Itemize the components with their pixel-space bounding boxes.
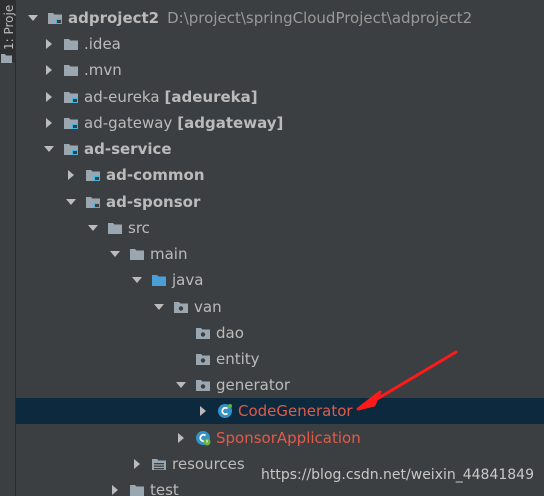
tree-row-generator[interactable]: generator xyxy=(16,372,544,398)
package-icon xyxy=(195,351,211,367)
resources-folder-icon xyxy=(151,456,167,472)
folder-icon xyxy=(63,36,79,52)
tree-row-main[interactable]: main xyxy=(16,241,544,267)
tree-item-label: java xyxy=(172,271,204,289)
folder-icon xyxy=(129,246,145,262)
chevron-down-icon[interactable] xyxy=(154,302,164,312)
chevron-right-icon[interactable] xyxy=(44,65,54,75)
project-path: D:\project\springCloudProject\adproject2 xyxy=(167,9,473,27)
tree-item-label: CodeGenerator xyxy=(238,402,353,420)
chevron-right-icon[interactable] xyxy=(44,39,54,49)
folder-icon xyxy=(1,54,12,63)
tree-item-label: .mvn xyxy=(84,61,122,79)
tree-item-label: test xyxy=(150,481,179,496)
tree-row-entity[interactable]: entity xyxy=(16,346,544,372)
tree-row-ad-service[interactable]: ad-service xyxy=(16,136,544,162)
tree-row-src[interactable]: src xyxy=(16,215,544,241)
tree-item-label: ad-service xyxy=(84,140,172,158)
chevron-down-icon[interactable] xyxy=(176,380,186,390)
tree-item-label: src xyxy=(128,219,150,237)
chevron-right-icon[interactable] xyxy=(198,406,208,416)
tree-row-adproject2[interactable]: adproject2 D:\project\springCloudProject… xyxy=(16,5,544,31)
module-name-suffix: [adgateway] xyxy=(177,114,284,132)
folder-icon xyxy=(63,62,79,78)
module-folder-icon xyxy=(63,89,79,105)
tree-row-dao[interactable]: dao xyxy=(16,320,544,346)
chevron-right-icon[interactable] xyxy=(132,459,142,469)
tool-window-sidebar: 1: Proje xyxy=(0,0,16,496)
tree-item-label: entity xyxy=(216,350,260,368)
project-tree: adproject2 D:\project\springCloudProject… xyxy=(16,0,544,496)
spring-boot-class-icon xyxy=(195,430,211,446)
tree-item-label: .idea xyxy=(84,35,121,53)
tree-item-label: generator xyxy=(216,376,291,394)
tree-row-codegenerator[interactable]: CodeGenerator xyxy=(16,398,544,424)
package-icon xyxy=(195,377,211,393)
chevron-down-icon[interactable] xyxy=(66,197,76,207)
tree-item-label: main xyxy=(150,245,188,263)
tree-row-java[interactable]: java xyxy=(16,267,544,293)
tree-item-label: van xyxy=(194,298,222,316)
module-name-suffix: [adeureka] xyxy=(164,88,258,106)
tree-row-idea[interactable]: .idea xyxy=(16,31,544,57)
chevron-down-icon[interactable] xyxy=(28,13,38,23)
tree-row-ad-gateway[interactable]: ad-gateway [adgateway] xyxy=(16,110,544,136)
chevron-right-icon[interactable] xyxy=(110,485,120,495)
tree-row-ad-sponsor[interactable]: ad-sponsor xyxy=(16,189,544,215)
tree-row-van[interactable]: van xyxy=(16,294,544,320)
project-tool-window-tab[interactable]: 1: Proje xyxy=(0,0,16,63)
tree-item-label: ad-gateway xyxy=(84,114,173,132)
chevron-down-icon[interactable] xyxy=(44,144,54,154)
tree-item-label: ad-sponsor xyxy=(106,193,201,211)
chevron-right-icon[interactable] xyxy=(176,433,186,443)
project-tab-label: 1: Proje xyxy=(2,4,16,50)
tree-item-label: resources xyxy=(172,455,245,473)
chevron-right-icon[interactable] xyxy=(66,170,76,180)
package-icon xyxy=(195,325,211,341)
tree-row-ad-common[interactable]: ad-common xyxy=(16,162,544,188)
module-folder-icon xyxy=(85,167,101,183)
watermark: https://blog.csdn.net/weixin_44841849 xyxy=(260,467,534,483)
tree-item-label: SponsorApplication xyxy=(216,429,361,447)
chevron-down-icon[interactable] xyxy=(110,249,120,259)
module-folder-icon xyxy=(63,115,79,131)
folder-icon xyxy=(129,482,145,496)
tree-row-ad-eureka[interactable]: ad-eureka [adeureka] xyxy=(16,84,544,110)
tree-item-label: ad-eureka xyxy=(84,88,160,106)
chevron-right-icon[interactable] xyxy=(44,92,54,102)
package-icon xyxy=(173,299,189,315)
chevron-down-icon[interactable] xyxy=(132,275,142,285)
tree-row-sponsorapplication[interactable]: SponsorApplication xyxy=(16,425,544,451)
chevron-down-icon[interactable] xyxy=(88,223,98,233)
module-folder-icon xyxy=(63,141,79,157)
tree-item-label: adproject2 xyxy=(68,9,160,27)
source-folder-icon xyxy=(151,272,167,288)
tree-item-label: ad-common xyxy=(106,166,205,184)
tree-item-label: dao xyxy=(216,324,244,342)
folder-icon xyxy=(107,220,123,236)
tree-row-mvn[interactable]: .mvn xyxy=(16,57,544,83)
java-class-icon xyxy=(217,403,233,419)
module-folder-icon xyxy=(85,194,101,210)
chevron-right-icon[interactable] xyxy=(44,118,54,128)
module-folder-icon xyxy=(47,10,63,26)
